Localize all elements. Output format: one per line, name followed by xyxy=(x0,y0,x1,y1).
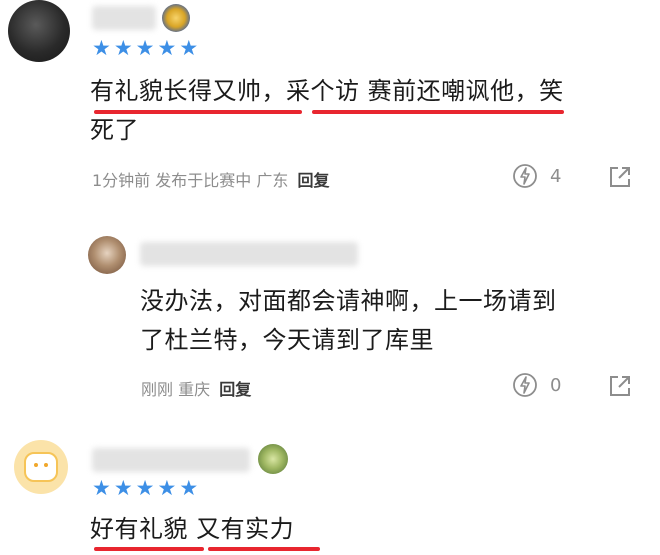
username-blurred[interactable] xyxy=(140,242,358,266)
star-icon: ★ xyxy=(157,476,177,500)
like-button[interactable]: 4 xyxy=(512,163,561,189)
reply-button[interactable]: 回复 xyxy=(297,171,329,190)
rating-stars: ★ ★ ★ ★ ★ xyxy=(92,38,198,59)
comment-time-location: 1分钟前 发布于比赛中 广东 xyxy=(92,171,289,190)
share-icon[interactable] xyxy=(608,165,632,189)
star-icon: ★ xyxy=(92,476,111,500)
red-underline-annotation xyxy=(94,547,204,551)
comment-text-line: 死了 xyxy=(90,116,139,144)
lightbulb-icon xyxy=(513,373,537,397)
user-badge-icon xyxy=(162,4,190,32)
avatar[interactable] xyxy=(88,236,126,274)
star-icon: ★ xyxy=(179,476,199,500)
comment-text: 好有礼貌 又有实力 xyxy=(90,510,650,549)
reply-button[interactable]: 回复 xyxy=(219,380,251,399)
star-icon: ★ xyxy=(179,36,199,60)
username-blurred[interactable] xyxy=(92,448,250,472)
like-count: 4 xyxy=(550,165,562,187)
star-icon: ★ xyxy=(92,36,111,60)
avatar[interactable] xyxy=(14,440,68,494)
star-icon: ★ xyxy=(113,36,133,60)
star-icon: ★ xyxy=(157,36,177,60)
star-icon: ★ xyxy=(135,36,155,60)
comment-meta: 刚刚 重庆 回复 xyxy=(141,376,251,400)
rating-stars: ★ ★ ★ ★ ★ xyxy=(92,478,198,499)
star-icon: ★ xyxy=(113,476,133,500)
avatar[interactable] xyxy=(8,0,70,62)
username-blurred[interactable] xyxy=(92,6,156,30)
comment-text-line: 了杜兰特，今天请到了库里 xyxy=(140,326,434,354)
red-underline-annotation xyxy=(208,547,320,551)
comment-text-line: 没办法，对面都会请神啊，上一场请到 xyxy=(140,287,557,315)
lightbulb-icon xyxy=(513,164,537,188)
comment-time-location: 刚刚 重庆 xyxy=(141,380,211,399)
star-icon: ★ xyxy=(135,476,155,500)
share-icon[interactable] xyxy=(608,374,632,398)
like-button[interactable]: 0 xyxy=(512,372,561,398)
comment-text-line: 有礼貌长得又帅，采个访 赛前还嘲讽他，笑 xyxy=(90,77,564,105)
comment-meta: 1分钟前 发布于比赛中 广东 回复 xyxy=(92,167,329,191)
red-underline-annotation xyxy=(312,110,564,114)
like-count: 0 xyxy=(550,374,562,396)
user-badge-icon xyxy=(258,444,288,474)
comment-text: 没办法，对面都会请神啊，上一场请到 了杜兰特，今天请到了库里 xyxy=(140,282,640,360)
comment-text-line: 好有礼貌 又有实力 xyxy=(90,515,295,543)
red-underline-annotation xyxy=(94,110,302,114)
